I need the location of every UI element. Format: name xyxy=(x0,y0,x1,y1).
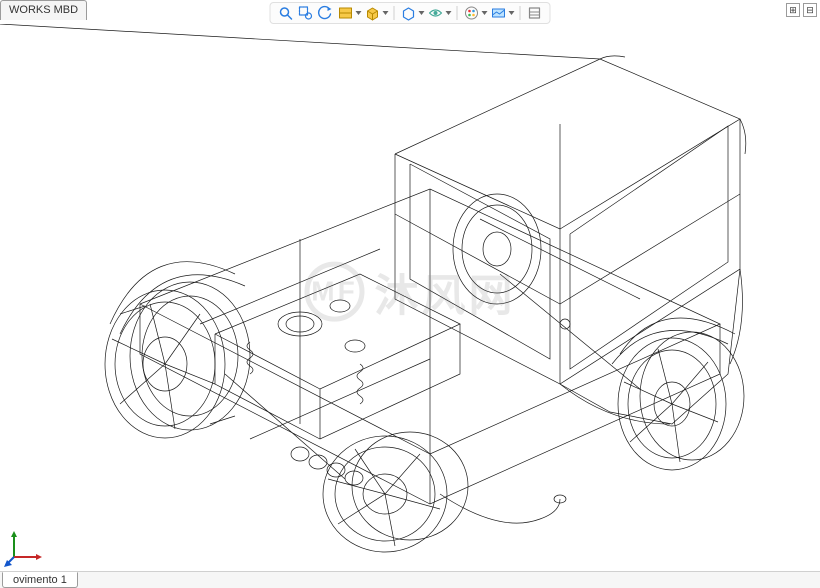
chevron-down-icon xyxy=(509,11,515,15)
view-settings-button[interactable] xyxy=(526,4,544,22)
chevron-down-icon xyxy=(356,11,362,15)
chevron-down-icon xyxy=(446,11,452,15)
tab-mbd[interactable]: WORKS MBD xyxy=(0,0,87,20)
chevron-down-icon xyxy=(482,11,488,15)
section-view-dropdown[interactable] xyxy=(337,4,362,22)
heads-up-view-toolbar xyxy=(270,2,551,24)
graphics-viewport[interactable]: MF 沐风网 xyxy=(0,24,820,571)
toolbar-separator xyxy=(394,6,395,20)
chevron-down-icon xyxy=(419,11,425,15)
orientation-triad[interactable] xyxy=(4,523,48,567)
display-style-dropdown[interactable] xyxy=(400,4,425,22)
apply-scene-dropdown[interactable] xyxy=(490,4,515,22)
zoom-to-fit-button[interactable] xyxy=(277,4,295,22)
previous-view-button[interactable] xyxy=(317,4,335,22)
toolbar-separator xyxy=(457,6,458,20)
task-pane-controls: ⊞ ⊟ xyxy=(786,3,817,17)
tab-motion-study[interactable]: ovimento 1 xyxy=(2,572,78,588)
toolbar-separator xyxy=(520,6,521,20)
chevron-down-icon xyxy=(383,11,389,15)
panel-expand-button[interactable]: ⊞ xyxy=(786,3,800,17)
view-orientation-dropdown[interactable] xyxy=(364,4,389,22)
model-wireframe xyxy=(0,24,820,571)
zoom-to-area-button[interactable] xyxy=(297,4,315,22)
command-manager-tabs: WORKS MBD xyxy=(0,0,87,20)
edit-appearance-dropdown[interactable] xyxy=(463,4,488,22)
bottom-tab-bar: ovimento 1 xyxy=(0,571,820,588)
hide-show-items-dropdown[interactable] xyxy=(427,4,452,22)
panel-collapse-button[interactable]: ⊟ xyxy=(803,3,817,17)
solidworks-window: WORKS MBD xyxy=(0,0,820,588)
